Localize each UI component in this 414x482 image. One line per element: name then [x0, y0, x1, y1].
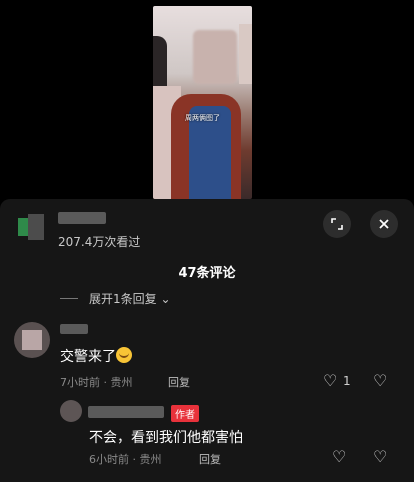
reply-button[interactable]: 回复	[168, 374, 190, 390]
video-preview[interactable]: 周两俩图了	[153, 6, 252, 199]
blurred-username	[88, 406, 164, 418]
author-badge: 作者	[171, 405, 199, 422]
reply-text: 不会，看到我们他都害怕	[89, 430, 243, 446]
like-icon[interactable]: ♡	[332, 449, 346, 465]
fullscreen-button[interactable]	[323, 210, 351, 238]
comment-text: 交警来了	[60, 346, 132, 366]
view-count: 207.4万次看过	[58, 235, 141, 249]
fullscreen-icon	[331, 218, 343, 230]
blurred-username	[60, 324, 88, 334]
close-icon	[379, 219, 389, 229]
like-count: 1	[343, 374, 351, 388]
blurred-face	[193, 30, 237, 84]
close-button[interactable]	[370, 210, 398, 238]
blurred-username	[58, 212, 106, 224]
comments-title: 47条评论	[178, 266, 236, 281]
dislike-icon[interactable]: ♡	[373, 373, 387, 389]
avatar[interactable]	[18, 214, 44, 240]
reply-time: 6小时前 · 贵州	[89, 453, 162, 466]
divider	[60, 298, 78, 299]
video-caption: 周两俩图了	[185, 114, 220, 122]
expand-replies-button[interactable]: 展开1条回复 ⌄	[89, 290, 171, 307]
reply-button[interactable]: 回复	[199, 451, 221, 467]
dislike-icon[interactable]: ♡	[373, 449, 387, 465]
avatar[interactable]	[14, 322, 50, 358]
blurred-face	[239, 24, 252, 84]
laughing-emoji-icon	[116, 347, 132, 363]
like-icon[interactable]: ♡	[323, 373, 337, 389]
chevron-down-icon: ⌄	[160, 292, 171, 306]
comment-time: 7小时前 · 贵州	[60, 376, 133, 389]
avatar[interactable]	[60, 400, 82, 422]
